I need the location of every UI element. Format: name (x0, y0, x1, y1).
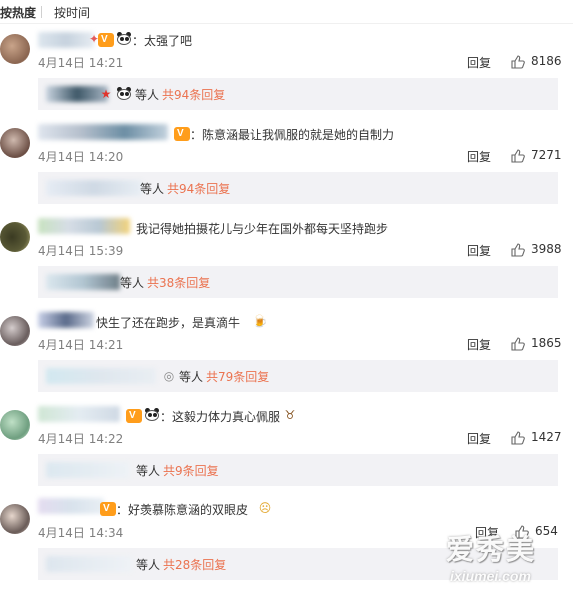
vip-badge-icon: V (126, 409, 142, 423)
comment-time: 4月14日 14:34 (38, 526, 124, 540)
view-replies-link[interactable]: 共9条回复 (163, 462, 219, 479)
comment-text: 快生了还在跑步，是真滴牛 (96, 316, 241, 330)
comment-time: 4月14日 14:20 (38, 150, 124, 164)
like-button[interactable]: 1427 (511, 430, 571, 446)
view-replies-link[interactable]: 共38条回复 (147, 274, 210, 291)
tab-divider (41, 6, 42, 18)
watermark-logo-text: 爱秀美 (446, 533, 537, 566)
like-count: 1865 (531, 336, 562, 350)
replier-blurred (46, 368, 156, 384)
reply-preview[interactable]: ◎ 等人 共79条回复 (38, 360, 558, 392)
like-count: 3988 (531, 242, 562, 256)
avatar[interactable] (0, 128, 30, 158)
comment-time: 4月14日 14:22 (38, 432, 124, 446)
panda-icon (116, 87, 132, 101)
view-replies-link[interactable]: 共79条回复 (206, 368, 269, 385)
panda-icon (116, 32, 132, 46)
comment-text: ：好羡慕陈意涵的双眼皮 (116, 503, 249, 517)
comment-text: ：这毅力体力真心佩服 (160, 410, 281, 424)
panda-icon (144, 408, 160, 422)
view-replies-link[interactable]: 共94条回复 (167, 180, 230, 197)
site-watermark: 爱秀美 ixiumei.com (446, 528, 566, 592)
reply-preview[interactable]: 等人 共38条回复 (38, 266, 558, 298)
reply-people: 等人 (136, 558, 161, 572)
comment-item: V ：陈意涵最让我佩服的就是她的自制力 4月14日 14:20 回复 7271 … (0, 124, 573, 204)
vip-badge-icon: V (100, 502, 116, 516)
like-button[interactable]: 3988 (511, 242, 571, 258)
thumbs-up-icon (511, 431, 525, 445)
reply-people: 等人 (135, 88, 160, 102)
ring-emoji-icon: ◎ (163, 369, 175, 383)
like-button[interactable]: 8186 (511, 54, 571, 70)
reply-button[interactable]: 回复 (467, 336, 491, 353)
tab-sort-by-hot[interactable]: 按热度 (0, 4, 36, 21)
replier-blurred (46, 180, 142, 196)
reply-button[interactable]: 回复 (467, 148, 491, 165)
replier-blurred (46, 274, 120, 290)
avatar[interactable] (0, 222, 30, 252)
tab-sort-by-time[interactable]: 按时间 (54, 4, 90, 21)
thumbs-up-icon (511, 243, 525, 257)
comment-text: ：太强了吧 (132, 34, 193, 48)
comment-time: 4月14日 14:21 (38, 56, 124, 70)
comment-time: 4月14日 14:21 (38, 338, 124, 352)
comment-text: ：陈意涵最让我佩服的就是她的自制力 (190, 128, 395, 142)
comment-item: ✦ V ：太强了吧 4月14日 14:21 回复 8186 ★ 等人 共94条回… (0, 30, 573, 110)
vip-badge-icon: V (174, 127, 190, 141)
reply-button[interactable]: 回复 (467, 430, 491, 447)
star-icon: ★ (100, 87, 112, 101)
comment-time: 4月14日 15:39 (38, 244, 124, 258)
username-blurred[interactable] (38, 498, 104, 514)
username-blurred[interactable] (38, 218, 130, 234)
reply-preview[interactable]: 等人 共94条回复 (38, 172, 558, 204)
view-replies-link[interactable]: 共28条回复 (163, 556, 226, 573)
avatar[interactable] (0, 316, 30, 346)
like-button[interactable]: 7271 (511, 148, 571, 164)
reply-people: 等人 (140, 182, 165, 196)
avatar[interactable] (0, 504, 30, 534)
thumbs-up-icon (511, 149, 525, 163)
like-count: 8186 (531, 54, 562, 68)
crying-emoji-icon: ☹ (258, 501, 272, 515)
sort-bar: 按热度 按时间 (0, 0, 573, 24)
avatar[interactable] (0, 410, 30, 440)
reply-people: 等人 (120, 276, 145, 290)
username-blurred[interactable] (38, 406, 120, 422)
username-blurred[interactable] (38, 124, 168, 140)
bull-emoji-icon: ♉ (284, 408, 296, 422)
reply-button[interactable]: 回复 (467, 242, 491, 259)
replier-blurred (46, 556, 132, 572)
reply-preview[interactable]: 等人 共9条回复 (38, 454, 558, 486)
comment-item: 我记得她拍摄花儿与少年在国外都每天坚持跑步 4月14日 15:39 回复 398… (0, 218, 573, 298)
thumbs-up-icon (511, 55, 525, 69)
reply-preview[interactable]: ★ 等人 共94条回复 (38, 78, 558, 110)
reply-people: 等人 (136, 464, 161, 478)
thumbs-up-icon (511, 337, 525, 351)
like-count: 7271 (531, 148, 562, 162)
comment-item: V ：这毅力体力真心佩服 ♉ 4月14日 14:22 回复 1427 等人 共9… (0, 406, 573, 486)
like-count: 1427 (531, 430, 562, 444)
vip-badge-icon: V (98, 33, 114, 47)
view-replies-link[interactable]: 共94条回复 (162, 86, 225, 103)
username-blurred[interactable] (38, 312, 94, 328)
beer-emoji-icon: 🍺 (252, 314, 268, 328)
comment-item: 快生了还在跑步，是真滴牛 🍺 4月14日 14:21 回复 1865 ◎ 等人 … (0, 312, 573, 392)
reply-button[interactable]: 回复 (467, 54, 491, 71)
comment-text: 我记得她拍摄花儿与少年在国外都每天坚持跑步 (136, 222, 389, 236)
like-button[interactable]: 1865 (511, 336, 571, 352)
watermark-domain: ixiumei.com (450, 568, 531, 584)
avatar[interactable] (0, 34, 30, 64)
replier-blurred (46, 462, 130, 478)
reply-people: 等人 (179, 370, 204, 384)
